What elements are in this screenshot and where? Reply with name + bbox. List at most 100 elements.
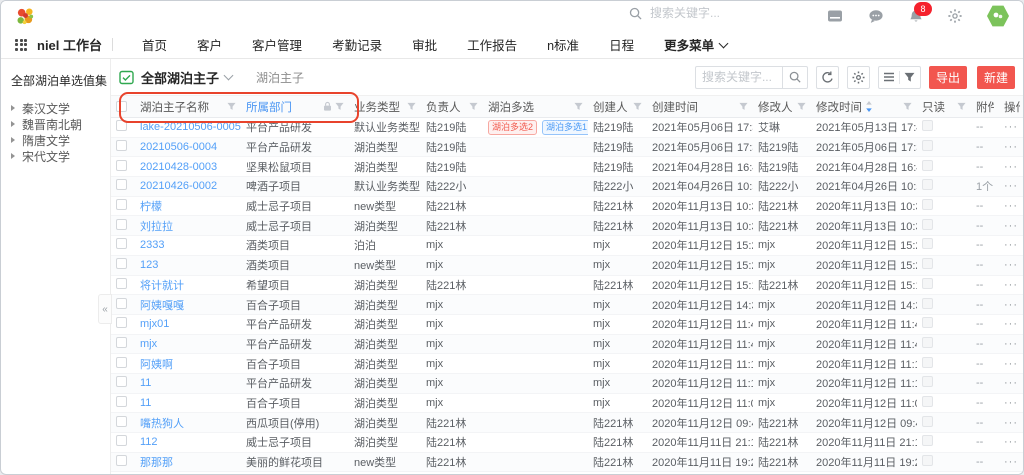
row-name-link[interactable]: 11 [140,377,151,389]
row-checkbox[interactable] [116,199,127,210]
table-settings-button[interactable] [847,66,870,89]
view-title[interactable]: 全部湖泊主子 [141,68,219,87]
row-name-link[interactable]: 20210428-0003 [140,161,217,173]
nav-item[interactable]: 客户管理 [252,35,302,54]
sort-icon[interactable] [865,101,873,112]
export-button[interactable]: 导出 [929,66,967,89]
row-checkbox[interactable] [116,219,127,230]
table-row[interactable]: 123酒类项目new类型mjxmjx2020年11月12日 15:25mjx20… [111,256,1024,276]
row-actions-button[interactable]: ··· [999,397,1024,409]
nav-item[interactable]: 考勤记录 [332,35,382,54]
nav-item[interactable]: 日程 [609,35,634,54]
table-row[interactable]: mjx01平台产品研发湖泊类型mjxmjx2020年11月12日 11:46mj… [111,315,1024,335]
expand-triangle-icon[interactable] [11,153,15,159]
col-header-ops[interactable]: 操作 [999,96,1024,117]
apps-grid-icon[interactable] [15,39,27,51]
card-icon[interactable] [827,9,843,23]
refresh-button[interactable] [816,66,839,89]
row-actions-button[interactable]: ··· [999,259,1024,271]
sidebar-item[interactable]: 魏晋南北朝 [11,116,110,132]
row-actions-button[interactable]: ··· [999,180,1024,192]
table-row[interactable]: 112威士忌子项目湖泊类型陆221林陆221林2020年11月11日 21:19… [111,433,1024,453]
table-row[interactable]: 嘴热狗人西瓜项目(停用)湖泊类型陆221林陆221林2020年11月12日 09… [111,413,1024,433]
row-checkbox[interactable] [116,337,127,348]
table-row[interactable]: 20210426-0002啤酒子项目默认业务类型陆222小陆222小2021年0… [111,177,1024,197]
table-row[interactable]: 2333酒类项目泊泊mjxmjx2020年11月12日 15:25mjx2020… [111,236,1024,256]
row-name-link[interactable]: 将计就计 [140,280,184,292]
row-name-link[interactable]: mjx01 [140,318,169,330]
sidebar-item[interactable]: 宋代文学 [11,148,110,164]
table-row[interactable]: 那那那美丽的鲜花项目new类型陆221林陆221林2020年11月11日 19:… [111,453,1024,473]
chat-icon[interactable] [868,9,884,24]
row-checkbox[interactable] [116,258,127,269]
filter-funnel-icon[interactable] [739,102,748,111]
row-name-link[interactable]: 刘拉拉 [140,221,173,233]
sidebar-item[interactable]: 秦汉文学 [11,100,110,116]
table-search-input[interactable] [696,70,782,84]
table-row[interactable]: 11平台产品研发湖泊类型mjxmjx2020年11月12日 11:11mjx20… [111,374,1024,394]
view-dropdown-chevron-icon[interactable] [224,71,234,81]
settings-gear-icon[interactable] [948,9,962,23]
notifications-bell-icon[interactable]: 8 [909,9,923,24]
filter-funnel-icon[interactable] [407,102,416,111]
row-actions-button[interactable]: ··· [999,299,1024,311]
row-checkbox[interactable] [116,238,127,249]
row-name-link[interactable]: lake-20210506-0005 [140,121,241,133]
row-checkbox[interactable] [116,278,127,289]
table-row[interactable]: 阿姨嘎嘎百合子项目湖泊类型mjxmjx2020年11月12日 14:38mjx2… [111,295,1024,315]
row-checkbox[interactable] [116,298,127,309]
nav-item[interactable]: 工作报告 [467,35,517,54]
row-name-link[interactable]: 阿姨啊 [140,359,173,371]
row-actions-button[interactable]: ··· [999,377,1024,389]
workspace-title[interactable]: niel 工作台 [37,35,102,54]
row-actions-button[interactable]: ··· [999,279,1024,291]
filter-funnel-icon[interactable] [797,102,806,111]
filter-funnel-icon[interactable] [335,102,344,111]
table-row[interactable]: 刘拉拉威士忌子项目湖泊类型陆221林陆221林2020年11月13日 10:30… [111,216,1024,236]
row-name-link[interactable]: mjx [140,338,157,350]
view-subtitle[interactable]: 湖泊主子 [256,69,304,86]
table-row[interactable]: 柠檬威士忌子项目new类型陆221林陆221林2020年11月13日 10:31… [111,197,1024,217]
row-actions-button[interactable]: ··· [999,318,1024,330]
nav-item[interactable]: n标准 [547,35,579,54]
col-header-modified[interactable]: 修改时间 [811,96,917,117]
row-checkbox[interactable] [116,435,127,446]
filter-funnel-icon[interactable] [469,102,478,111]
global-search-input[interactable] [648,5,782,21]
row-checkbox[interactable] [116,140,127,151]
app-logo-icon[interactable] [15,6,36,27]
row-actions-button[interactable]: ··· [999,239,1024,251]
row-actions-button[interactable]: ··· [999,456,1024,468]
expand-triangle-icon[interactable] [11,137,15,143]
row-actions-button[interactable]: ··· [999,358,1024,370]
row-checkbox[interactable] [116,455,127,466]
table-row[interactable]: 20210428-0003坚果松鼠项目湖泊类型陆219陆陆219陆2021年04… [111,157,1024,177]
row-actions-button[interactable]: ··· [999,121,1024,133]
nav-item[interactable]: 客户 [197,35,222,54]
row-checkbox[interactable] [116,416,127,427]
col-header-type[interactable]: 业务类型 [349,96,421,117]
row-name-link[interactable]: 2333 [140,239,164,251]
col-header-modifier[interactable]: 修改人 [753,96,811,117]
row-actions-button[interactable]: ··· [999,417,1024,429]
col-header-dept[interactable]: 所属部门 [241,96,349,117]
filter-funnel-icon[interactable] [903,102,912,111]
filter-funnel-icon[interactable] [633,102,642,111]
table-row[interactable]: mjx平台产品研发湖泊类型mjxmjx2020年11月12日 11:44mjx2… [111,335,1024,355]
row-name-link[interactable]: 20210426-0002 [140,180,217,192]
filter-funnel-icon[interactable] [574,102,583,111]
row-name-link[interactable]: 112 [140,436,158,448]
row-checkbox[interactable] [116,357,127,368]
row-density-button[interactable] [879,72,899,82]
row-name-link[interactable]: 嘴热狗人 [140,418,184,430]
filter-funnel-icon[interactable] [957,102,966,111]
row-actions-button[interactable]: ··· [999,200,1024,212]
select-all-checkbox[interactable] [116,101,127,112]
row-name-link[interactable]: 123 [140,259,158,271]
row-checkbox[interactable] [116,396,127,407]
col-header-created[interactable]: 创建时间 [647,96,753,117]
col-header-creator[interactable]: 创建人 [588,96,647,117]
sidebar-collapse-handle[interactable]: « [98,294,112,324]
row-name-link[interactable]: 阿姨嘎嘎 [140,300,184,312]
row-name-link[interactable]: 柠檬 [140,201,162,213]
